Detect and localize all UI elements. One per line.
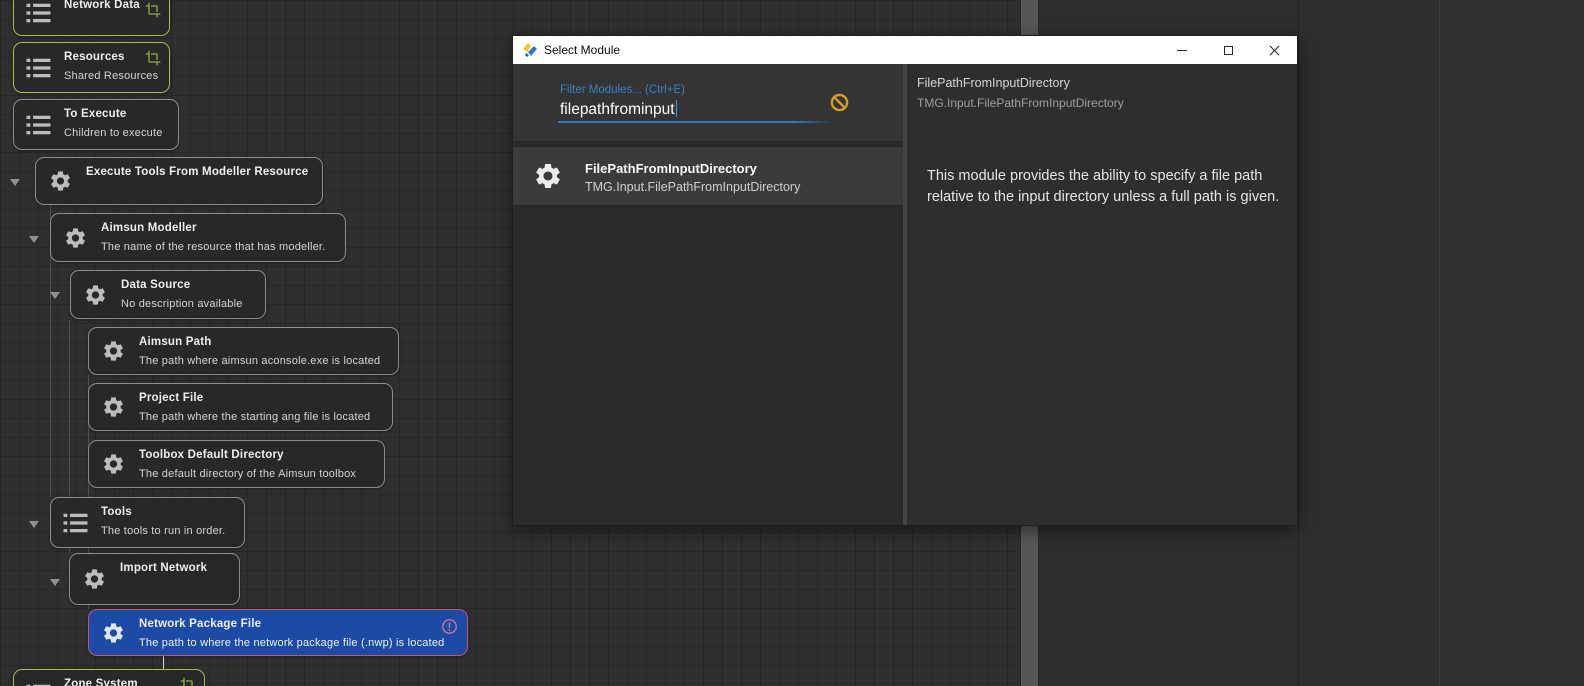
- node-project-file[interactable]: Project File The path where the starting…: [88, 383, 393, 431]
- gear-icon: [81, 567, 108, 591]
- node-toolbox-default-directory[interactable]: Toolbox Default Directory The default di…: [88, 440, 385, 488]
- app-icon: [522, 42, 538, 58]
- gear-icon: [100, 339, 127, 363]
- node-title: To Execute: [64, 108, 127, 120]
- node-title: Import Network: [120, 562, 208, 574]
- collapse-arrow[interactable]: [29, 521, 39, 528]
- collapse-arrow[interactable]: [50, 292, 60, 299]
- collapse-arrow[interactable]: [50, 579, 60, 586]
- crop-icon: [145, 50, 161, 66]
- module-result-title: FilePathFromInputDirectory: [585, 161, 757, 176]
- node-title: Tools: [101, 506, 132, 518]
- node-title: Network Data: [64, 0, 140, 11]
- detail-namespace: TMG.Input.FilePathFromInputDirectory: [917, 96, 1124, 110]
- node-title: Project File: [139, 392, 204, 404]
- blocked-icon: [830, 93, 849, 112]
- node-subtitle: The default directory of the Aimsun tool…: [139, 468, 357, 480]
- node-subtitle: Shared Resources: [64, 70, 159, 82]
- node-to-execute[interactable]: To Execute Children to execute: [13, 99, 179, 150]
- node-subtitle: Children to execute: [64, 127, 163, 139]
- detail-title: FilePathFromInputDirectory: [917, 76, 1070, 90]
- dialog-title: Select Module: [544, 43, 621, 57]
- gear-icon: [62, 226, 89, 250]
- node-title: Data Source: [121, 279, 191, 291]
- node-import-network[interactable]: Import Network: [69, 553, 240, 605]
- node-title: Toolbox Default Directory: [139, 449, 284, 461]
- gear-icon: [47, 169, 74, 193]
- minimize-button[interactable]: [1159, 36, 1205, 64]
- node-title: Resources: [64, 51, 125, 63]
- node-zone-system[interactable]: Zone System: [13, 669, 205, 686]
- node-title: Execute Tools From Modeller Resource: [86, 166, 309, 178]
- node-network-package-file[interactable]: Network Package File The path to where t…: [88, 609, 468, 656]
- collapse-arrow[interactable]: [10, 179, 20, 186]
- dialog-titlebar: Select Module: [513, 36, 1297, 64]
- node-title: Zone System: [64, 678, 138, 686]
- node-title: Network Package File: [139, 618, 262, 630]
- background-panel: [1440, 0, 1584, 686]
- gear-icon: [100, 395, 127, 419]
- gear-icon: [533, 161, 563, 191]
- node-execute-tools-from-modeller-resource[interactable]: Execute Tools From Modeller Resource: [35, 157, 323, 205]
- close-button[interactable]: [1251, 36, 1297, 64]
- module-detail-panel: FilePathFromInputDirectory TMG.Input.Fil…: [907, 64, 1297, 525]
- module-filter-area: Filter Modules... (Ctrl+E) filepathfromi…: [513, 64, 903, 142]
- node-tools[interactable]: Tools The tools to run in order.: [50, 497, 245, 548]
- node-resources[interactable]: Resources Shared Resources: [13, 42, 170, 93]
- node-subtitle: The path where aimsun aconsole.exe is lo…: [139, 355, 381, 367]
- node-aimsun-path[interactable]: Aimsun Path The path where aimsun aconso…: [88, 327, 399, 375]
- node-title: Aimsun Modeller: [101, 222, 197, 234]
- dialog-body: Filter Modules... (Ctrl+E) filepathfromi…: [513, 64, 1297, 525]
- node-aimsun-modeller[interactable]: Aimsun Modeller The name of the resource…: [50, 213, 346, 262]
- list-icon: [25, 682, 52, 686]
- select-module-dialog: Select Module Filter Modules... (Ctrl+E)…: [512, 35, 1298, 526]
- panel-divider: [1298, 0, 1299, 686]
- filter-label: Filter Modules... (Ctrl+E): [560, 84, 685, 96]
- module-result-namespace: TMG.Input.FilePathFromInputDirectory: [585, 180, 801, 194]
- crop-icon: [145, 2, 161, 18]
- node-data-source[interactable]: Data Source No description available: [70, 270, 266, 319]
- gear-icon: [100, 621, 127, 645]
- gear-icon: [82, 283, 109, 307]
- filter-input[interactable]: filepathfrominput: [560, 100, 677, 119]
- node-subtitle: The tools to run in order.: [101, 525, 226, 537]
- node-subtitle: No description available: [121, 298, 243, 310]
- module-list-panel: Filter Modules... (Ctrl+E) filepathfromi…: [513, 64, 903, 525]
- filter-underline: [558, 121, 834, 123]
- node-subtitle: The path to where the network package fi…: [139, 637, 445, 649]
- node-subtitle: The path where the starting ang file is …: [139, 411, 371, 423]
- minimize-icon: [1177, 49, 1187, 51]
- module-result-row[interactable]: FilePathFromInputDirectory TMG.Input.Fil…: [513, 147, 903, 205]
- maximize-icon: [1223, 45, 1233, 55]
- tree-connector: [163, 656, 164, 669]
- list-icon: [25, 56, 52, 80]
- node-network-data[interactable]: Network Data: [13, 0, 170, 36]
- node-title: Aimsun Path: [139, 336, 212, 348]
- close-icon: [1269, 45, 1280, 56]
- node-subtitle: The name of the resource that has modell…: [101, 241, 326, 253]
- list-icon: [25, 113, 52, 137]
- detail-description: This module provides the ability to spec…: [927, 168, 1280, 205]
- crop-icon: [180, 677, 196, 686]
- warning-icon: [441, 618, 458, 635]
- list-icon: [62, 511, 89, 535]
- list-icon: [25, 1, 52, 25]
- panel-divider: [1439, 0, 1440, 686]
- maximize-button[interactable]: [1205, 36, 1251, 64]
- gear-icon: [100, 452, 127, 476]
- collapse-arrow[interactable]: [29, 236, 39, 243]
